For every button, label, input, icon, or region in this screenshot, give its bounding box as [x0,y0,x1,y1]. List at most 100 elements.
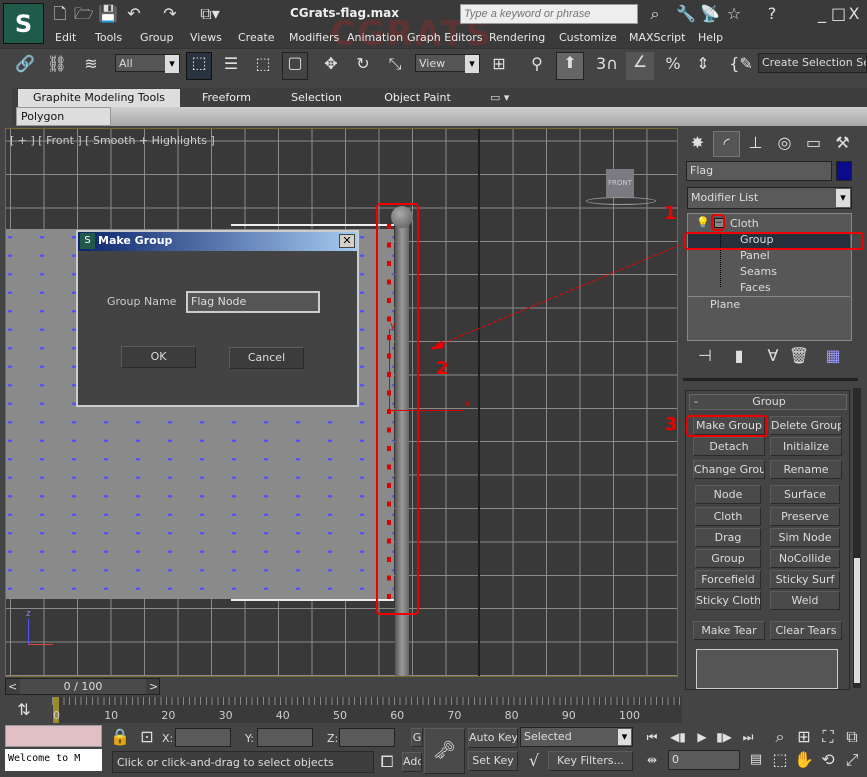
keyboard-shortcut-override-icon[interactable]: ⬆ [556,52,584,80]
auto-key-button[interactable]: Auto Key [468,728,518,748]
modifier-stack-item-seams[interactable]: Seams [688,264,850,280]
menu-rendering[interactable]: Rendering [489,31,545,44]
edit-named-selection-icon[interactable]: {✎ [728,54,754,74]
ribbon-tab-selection[interactable]: Selection [273,89,360,107]
orbit-icon[interactable]: ⟲ [818,750,838,770]
display-icon[interactable]: ▭ [800,131,827,157]
x-coordinate-input[interactable] [175,728,231,747]
minimize-icon[interactable]: _ [815,4,829,24]
go-to-end-icon[interactable]: ⏭ [738,727,758,747]
new-file-icon[interactable]: 🗋 [52,4,68,24]
zoom-extents-all-icon[interactable]: ⧉ [842,727,862,747]
rollout-button-weld[interactable]: Weld [770,591,840,610]
app-logo-button[interactable]: S [3,3,44,44]
rectangular-selection-icon[interactable]: ⬚ [250,54,276,74]
help-icon[interactable]: ? [760,4,784,24]
rollout-button-forcefield[interactable]: Forcefield [695,570,761,589]
zoom-icon[interactable]: ⌕ [770,727,790,747]
rollout-button-make-tear[interactable]: Make Tear [693,621,765,640]
pin-stack-icon[interactable]: ⊣ [694,346,716,366]
group-list-box[interactable] [696,649,838,689]
menu-edit[interactable]: Edit [55,31,76,44]
light-bulb-icon[interactable]: 💡 [696,216,710,229]
rollout-button-drag[interactable]: Drag [695,528,761,547]
remove-modifier-icon[interactable]: 🗑 [788,346,810,366]
pan-icon[interactable]: ✋ [794,750,814,770]
rollout-button-surface[interactable]: Surface [770,485,840,504]
angle-snap-icon[interactable]: ∠ [626,52,654,80]
menu-views[interactable]: Views [190,31,222,44]
object-color-swatch[interactable] [836,161,852,181]
project-folder-icon[interactable]: ⧉▾ [195,4,225,24]
favorites-star-icon[interactable]: ☆ [724,4,744,24]
percent-snap-icon[interactable]: % [660,54,686,74]
play-icon[interactable]: ▶ [692,727,712,747]
unlink-icon[interactable]: ⛓ [44,54,70,74]
zoom-all-icon[interactable]: ⊞ [794,727,814,747]
redo-icon[interactable]: ↷ [158,4,182,24]
zoom-region-icon[interactable]: ⬚ [770,750,790,770]
pivot-center-icon[interactable]: ⊞ [486,54,512,74]
move-icon[interactable]: ✥ [318,54,344,74]
make-unique-icon[interactable]: ∀ [762,346,784,366]
rollout-button-detach[interactable]: Detach [693,437,765,456]
dialog-close-button[interactable]: ✕ [339,234,355,248]
satellite-icon[interactable]: 📡 [700,4,720,24]
modifier-list-dropdown[interactable]: Modifier List ▾ [687,187,852,209]
ribbon-tab-object-paint[interactable]: Object Paint [360,89,475,107]
ok-button[interactable]: OK [121,346,196,368]
bind-spacewarp-icon[interactable]: ≋ [78,54,104,74]
rollout-button-initialize[interactable]: Initialize [770,437,842,456]
rollout-button-change-group[interactable]: Change Group [693,460,765,479]
rollout-header[interactable]: - Group [689,394,847,410]
show-end-result-icon[interactable]: ▮ [728,346,750,366]
next-frame-icon[interactable]: ▮▶ [714,727,734,747]
utilities-icon[interactable]: ⚒ [829,131,856,157]
modifier-stack-item-panel[interactable]: Panel [688,248,850,264]
binoculars-icon[interactable]: ⌕ [644,4,666,24]
key-filters-button[interactable]: Key Filters... [548,751,633,771]
rollout-button-group-type[interactable]: Group [695,549,761,568]
rollout-button-clear-tears[interactable]: Clear Tears [770,621,842,640]
ribbon-subtab-polygon-modeling[interactable]: Polygon Modeling [16,107,111,141]
set-key-button[interactable]: Set Key [468,751,518,771]
z-coordinate-input[interactable] [339,728,395,747]
menu-customize[interactable]: Customize [559,31,617,44]
search-input[interactable] [460,4,638,24]
motion-icon[interactable]: ◎ [771,131,798,157]
rollout-button-preserve-type[interactable]: Preserve [770,507,840,526]
close-icon[interactable]: X [847,4,861,24]
modifier-stack-item-plane[interactable]: Plane [688,296,850,312]
named-selection-input[interactable]: Create Selection Se [758,53,867,73]
modifier-stack-item-faces[interactable]: Faces [688,280,850,296]
menu-help[interactable]: Help [698,31,723,44]
menu-maxscript[interactable]: MAXScript [629,31,685,44]
rollout-button-sim-node[interactable]: Sim Node [770,528,840,547]
track-bar[interactable] [52,697,682,723]
ribbon-tab-graphite-modeling-tools[interactable]: Graphite Modeling Tools [18,89,180,107]
rollout-button-delete-group[interactable]: Delete Group [770,416,842,435]
hierarchy-icon[interactable]: ⊥ [742,131,769,157]
absolute-mode-icon[interactable]: ⊡ [138,727,156,747]
selection-filter-dropdown[interactable]: All ▾ [115,54,180,73]
modify-icon[interactable]: ◜ [713,131,740,157]
panel-scrollbar[interactable] [853,388,861,688]
rollout-button-rename[interactable]: Rename [770,460,842,479]
create-icon[interactable]: ✸ [684,131,711,157]
go-to-start-icon[interactable]: ⏮ [642,727,662,747]
undo-icon[interactable]: ↶ [122,4,146,24]
reference-coord-dropdown[interactable]: View ▾ [415,54,480,73]
curve-editor-icon[interactable]: ⇅ [12,700,36,720]
save-icon[interactable]: 💾 [98,4,118,24]
open-file-icon[interactable]: 🗁 [74,4,94,24]
maxscript-listener[interactable]: Welcome to M [5,749,102,771]
window-crossing-icon[interactable]: ▢ [282,52,308,80]
rollout-button-sticky-surf[interactable]: Sticky Surf [770,570,840,589]
time-config-icon[interactable]: ▤ [746,750,766,770]
time-slider[interactable]: < 0 / 100 > [5,678,160,695]
maximize-viewport-icon[interactable]: ⤢ [842,750,862,770]
spinner-snap-icon[interactable]: ⇕ [690,54,716,74]
ribbon-customize-icon[interactable]: ▭ ▾ [490,89,509,106]
menu-group[interactable]: Group [140,31,174,44]
rollout-button-node[interactable]: Node [695,485,761,504]
